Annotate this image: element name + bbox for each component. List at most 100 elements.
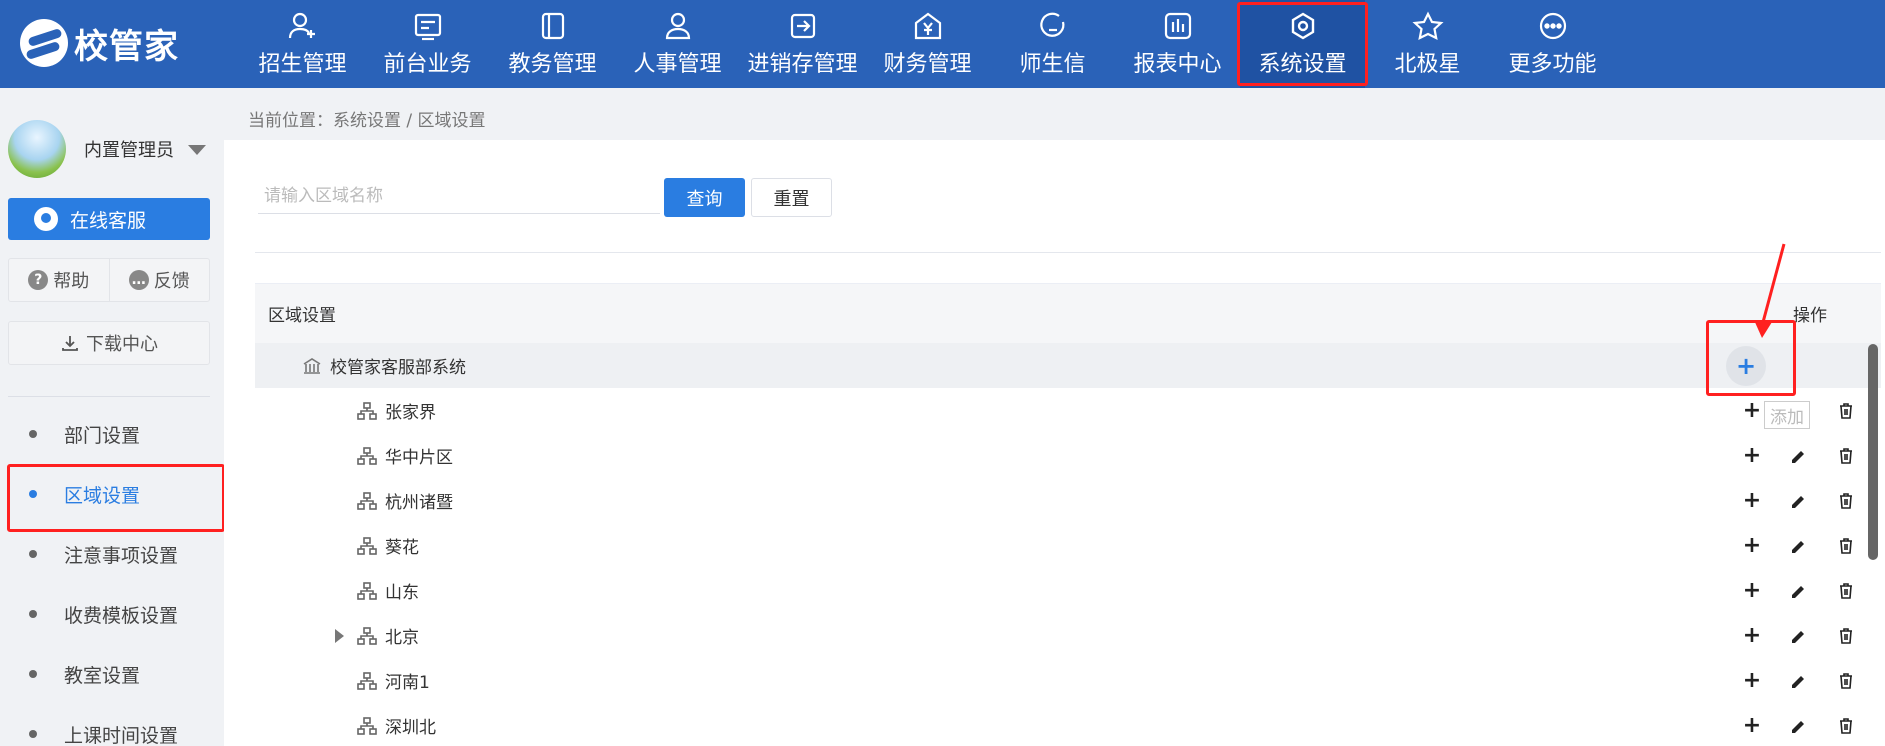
delete-icon[interactable] (1835, 580, 1857, 602)
search-divider (255, 252, 1881, 253)
caret-down-icon[interactable] (188, 145, 206, 155)
table-row[interactable]: 山东 + (255, 568, 1881, 613)
logo[interactable]: 校管家 (20, 18, 179, 68)
tree-node-label: 深圳北 (385, 718, 436, 738)
feedback-label: 反馈 (153, 271, 190, 292)
nav-item-more[interactable]: 更多功能 (1490, 0, 1615, 88)
nav-label: 财务管理 (883, 52, 972, 77)
table-row[interactable]: 张家界 + (255, 388, 1881, 433)
table-row[interactable]: 河南1 + (255, 658, 1881, 703)
org-chart-icon (357, 671, 377, 690)
row-actions: + (1741, 523, 1882, 568)
delete-icon[interactable] (1835, 625, 1857, 647)
row-actions: + (1741, 568, 1882, 613)
online-service-button[interactable]: 在线客服 (8, 198, 210, 240)
edit-icon[interactable] (1788, 670, 1810, 692)
delete-icon[interactable] (1835, 445, 1857, 467)
menu-item-fee-template[interactable]: 收费模板设置 (0, 584, 224, 644)
inventory-icon (787, 10, 819, 42)
star-icon (1411, 10, 1444, 42)
org-chart-icon (357, 446, 377, 465)
row-actions: + (1741, 478, 1882, 523)
nav-item-hr[interactable]: 人事管理 (615, 0, 740, 88)
feedback-button[interactable]: … 反馈 (108, 259, 210, 301)
row-actions: + (1741, 658, 1882, 703)
table-row[interactable]: 深圳北 + (255, 703, 1881, 746)
menu-item-notice[interactable]: 注意事项设置 (0, 524, 224, 584)
avatar (8, 120, 66, 178)
delete-icon[interactable] (1835, 715, 1857, 737)
menu-item-label: 上课时间设置 (64, 724, 179, 746)
table-row[interactable]: 杭州诸暨 + (255, 478, 1881, 523)
vertical-scrollbar[interactable] (1866, 340, 1880, 746)
add-icon[interactable]: + (1741, 533, 1763, 558)
nav-label: 系统设置 (1258, 52, 1347, 77)
edit-icon[interactable] (1788, 580, 1810, 602)
add-icon[interactable]: + (1741, 713, 1763, 738)
breadcrumb: 当前位置：系统设置 / 区域设置 (248, 111, 486, 131)
delete-icon[interactable] (1835, 535, 1857, 557)
add-icon[interactable]: + (1741, 398, 1763, 423)
nav-item-reports[interactable]: 报表中心 (1115, 0, 1240, 88)
delete-icon[interactable] (1835, 490, 1857, 512)
table-header: 区域设置 操作 (255, 283, 1881, 343)
edit-icon[interactable] (1788, 715, 1810, 737)
add-icon[interactable]: + (1741, 623, 1763, 648)
nav-item-academic[interactable]: 教务管理 (490, 0, 615, 88)
add-icon[interactable]: + (1741, 488, 1763, 513)
menu-item-classroom[interactable]: 教室设置 (0, 644, 224, 704)
nav-item-recruitment[interactable]: 招生管理 (240, 0, 365, 88)
org-chart-icon (357, 626, 377, 645)
menu-item-label: 注意事项设置 (64, 544, 179, 567)
add-icon[interactable]: + (1741, 578, 1763, 603)
main-nav: 招生管理 前台业务 教务管理 人事管理 进销存管理 财务管理 师生信 报表中心 … (240, 0, 1615, 88)
book-icon (537, 10, 569, 42)
table-row[interactable]: 北京 + (255, 613, 1881, 658)
delete-icon[interactable] (1835, 400, 1857, 422)
menu-item-class-time[interactable]: 上课时间设置 (0, 704, 224, 746)
top-bar: 校管家 招生管理 前台业务 教务管理 人事管理 进销存管理 财务管理 师生信 报… (0, 0, 1885, 88)
help-button[interactable]: ? 帮助 (9, 259, 109, 301)
tree-node: 华中片区 (255, 443, 453, 468)
query-button[interactable]: 查询 (664, 178, 745, 217)
nav-label: 人事管理 (633, 52, 722, 77)
download-icon (62, 336, 78, 351)
add-icon[interactable]: + (1741, 668, 1763, 693)
table-row[interactable]: 葵花 + (255, 523, 1881, 568)
nav-item-system-settings[interactable]: 系统设置 (1237, 0, 1368, 88)
tree-node: 深圳北 (255, 713, 436, 738)
row-actions: + (1741, 613, 1882, 658)
region-name-search-input[interactable] (258, 178, 660, 214)
reset-button[interactable]: 重置 (751, 178, 832, 217)
region-tree-table: 区域设置 操作 校管家客服部系统 + 张家界 + 华中片区 + 杭州诸暨 + 葵… (255, 283, 1881, 746)
menu-item-department[interactable]: 部门设置 (0, 404, 224, 464)
add-icon[interactable]: + (1741, 443, 1763, 468)
org-chart-icon (357, 536, 377, 555)
user-menu[interactable]: 内置管理员 (8, 120, 206, 178)
edit-icon[interactable] (1788, 625, 1810, 647)
edit-icon[interactable] (1788, 490, 1810, 512)
chat-icon (34, 207, 58, 231)
delete-icon[interactable] (1835, 670, 1857, 692)
nav-item-polaris[interactable]: 北极星 (1365, 0, 1490, 88)
nav-item-frontdesk[interactable]: 前台业务 (365, 0, 490, 88)
scrollbar-thumb[interactable] (1868, 344, 1878, 560)
edit-icon[interactable] (1788, 535, 1810, 557)
nav-item-finance[interactable]: 财务管理 (865, 0, 990, 88)
nav-label: 更多功能 (1508, 52, 1597, 77)
tree-node: 张家界 (255, 398, 436, 423)
table-row[interactable]: 华中片区 + (255, 433, 1881, 478)
tree-root-row[interactable]: 校管家客服部系统 + (255, 343, 1881, 388)
menu-item-label: 区域设置 (64, 484, 141, 507)
tree-node: 河南1 (255, 668, 430, 693)
download-center-button[interactable]: 下载中心 (8, 321, 210, 365)
nav-item-inventory[interactable]: 进销存管理 (740, 0, 865, 88)
tree-node-label: 华中片区 (385, 448, 453, 468)
help-feedback-row: ? 帮助 … 反馈 (8, 258, 210, 302)
sidebar-divider (8, 396, 210, 397)
menu-item-region[interactable]: 区域设置 (0, 464, 225, 532)
edit-icon[interactable] (1788, 445, 1810, 467)
nav-item-messages[interactable]: 师生信 (990, 0, 1115, 88)
expand-arrow-icon[interactable] (335, 628, 344, 643)
tree-node-label: 校管家客服部系统 (330, 358, 466, 378)
